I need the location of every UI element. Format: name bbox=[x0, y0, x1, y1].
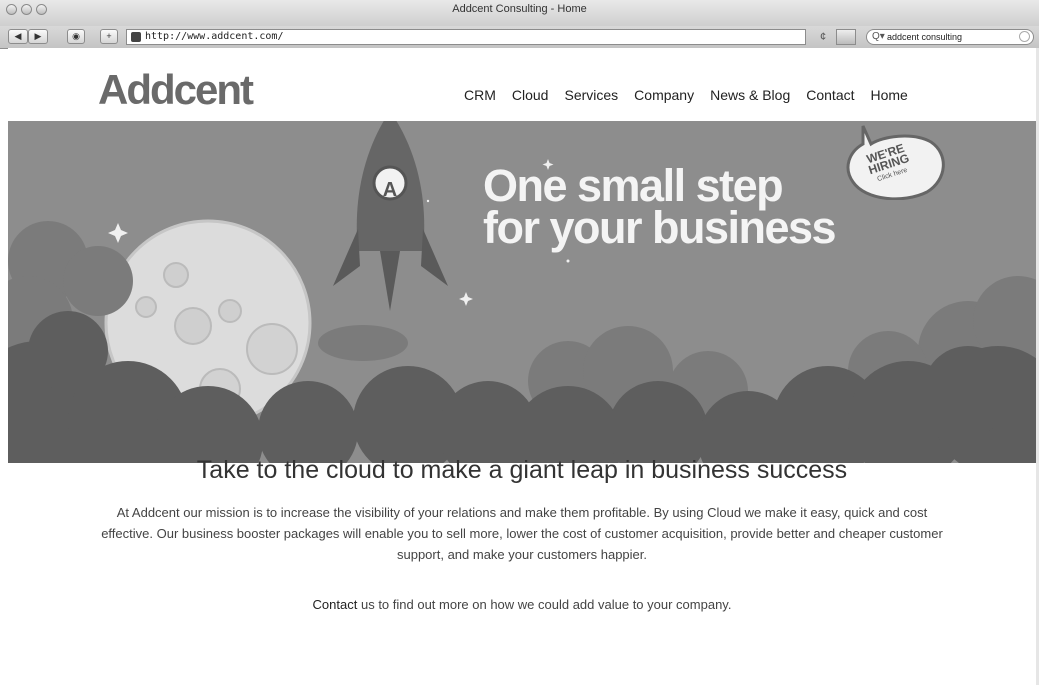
forward-button[interactable]: ▶ bbox=[28, 29, 48, 44]
web-page: Addcent CRM Cloud Services Company News … bbox=[8, 48, 1036, 685]
page-tagline: Take to the cloud to make a giant leap i… bbox=[196, 456, 848, 484]
nav-item-news-blog[interactable]: News & Blog bbox=[710, 87, 790, 103]
mission-paragraph: At Addcent our mission is to increase th… bbox=[101, 505, 943, 562]
reload-button[interactable]: ¢ bbox=[815, 29, 831, 45]
hero-headline-line-2: for your business bbox=[483, 202, 837, 253]
clear-search-icon[interactable] bbox=[1019, 31, 1030, 42]
forward-arrow-icon: ▶ bbox=[34, 31, 42, 41]
hero-headline-line-1: One small step bbox=[483, 160, 784, 211]
hero-headline: One small step for your business bbox=[483, 160, 837, 253]
contact-paragraph: Contact us to find out more on how we co… bbox=[8, 597, 1036, 612]
back-arrow-icon: ◀ bbox=[14, 31, 22, 41]
compass-icon: ◉ bbox=[72, 31, 80, 41]
reload-icon: ¢ bbox=[819, 31, 827, 43]
window-title: Addcent Consulting - Home bbox=[452, 3, 587, 15]
nav-item-company[interactable]: Company bbox=[634, 87, 694, 103]
search-icon: Q▾ bbox=[872, 31, 885, 42]
site-logo[interactable]: Addcent bbox=[98, 66, 254, 114]
nav-item-crm[interactable]: CRM bbox=[464, 87, 496, 103]
back-button[interactable]: ◀ bbox=[8, 29, 28, 44]
search-value: addcent consulting bbox=[887, 32, 963, 42]
site-favicon-icon bbox=[131, 32, 141, 42]
plus-icon: + bbox=[106, 31, 112, 41]
contact-link[interactable]: Contact bbox=[313, 597, 358, 612]
main-navigation: CRM Cloud Services Company News & Blog C… bbox=[464, 87, 908, 103]
nav-item-cloud[interactable]: Cloud bbox=[512, 87, 549, 103]
rocket-icon bbox=[333, 121, 448, 311]
rss-button[interactable] bbox=[836, 29, 856, 45]
address-bar[interactable]: http://www.addcent.com/ bbox=[126, 29, 806, 45]
rocket-badge: A bbox=[382, 179, 398, 201]
add-bookmark-button[interactable]: + bbox=[100, 29, 118, 44]
nav-item-contact[interactable]: Contact bbox=[806, 87, 854, 103]
nav-item-services[interactable]: Services bbox=[564, 87, 618, 103]
nav-item-home[interactable]: Home bbox=[871, 87, 908, 103]
home-button[interactable]: ◉ bbox=[67, 29, 85, 44]
address-url: http://www.addcent.com/ bbox=[145, 31, 284, 42]
search-field[interactable]: Q▾ addcent consulting bbox=[866, 29, 1034, 45]
window-titlebar: Addcent Consulting - Home bbox=[0, 0, 1039, 27]
contact-text: us to find out more on how we could add … bbox=[357, 597, 732, 612]
